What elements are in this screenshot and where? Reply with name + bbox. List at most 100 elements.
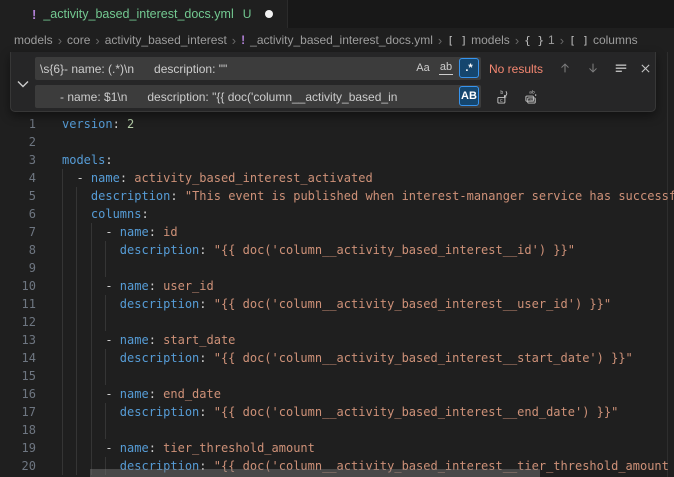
replace-all-button[interactable]: ab ac [521,86,541,106]
line-number: 14 [0,349,36,367]
modified-dot-icon[interactable] [265,10,273,18]
toggle-replace-chevron-icon[interactable] [13,74,33,94]
breadcrumb-label: activity_based_interest [105,33,227,47]
code-text: description: "{{ doc('column__activity_b… [62,295,611,313]
line-number: 17 [0,403,36,421]
code-line-19[interactable]: 19 - name: tier_threshold_amount [0,439,674,457]
line-number: 10 [0,277,36,295]
code-text: - name: activity_based_interest_activate… [62,169,373,187]
find-in-selection-button[interactable] [611,58,631,78]
code-line-17[interactable]: 17 description: "{{ doc('column__activit… [0,403,674,421]
line-number: 16 [0,385,36,403]
indent-guide [105,421,106,439]
code-line-12[interactable]: 12 [0,313,674,331]
breadcrumb-item-models[interactable]: [ ]models [447,33,510,47]
git-untracked-badge: U [243,7,252,21]
breadcrumb-label: 1 [548,33,555,47]
breadcrumb-item-models[interactable]: models [14,33,53,47]
code-line-11[interactable]: 11 description: "{{ doc('column__activit… [0,295,674,313]
code-text: version: 2 [62,115,134,133]
code-text: - name: id [62,223,178,241]
line-number: 18 [0,421,36,439]
line-number: 9 [0,259,36,277]
line-number: 8 [0,241,36,259]
breadcrumb-label: columns [593,33,638,47]
close-find-widget-button[interactable] [635,58,655,78]
indent-guide [76,421,77,439]
breadcrumb-label: models [471,33,510,47]
breadcrumb-item-activity_based_interest[interactable]: activity_based_interest [105,33,227,47]
breadcrumb-item-_activity_based_interest_docs.yml[interactable]: !_activity_based_interest_docs.yml [241,33,433,47]
previous-match-button[interactable] [555,58,575,78]
code-line-10[interactable]: 10 - name: user_id [0,277,674,295]
code-line-1[interactable]: 1 version: 2 [0,115,674,133]
preserve-case-label: AB [461,90,477,102]
tab-bar: ! _activity_based_interest_docs.yml U [0,0,674,28]
code-line-2[interactable]: 2 [0,133,674,151]
line-number: 1 [0,115,36,133]
breadcrumb-label: _activity_based_interest_docs.yml [250,33,433,47]
indent-guide [91,313,92,331]
code-text: - name: tier_threshold_amount [62,439,315,457]
line-number: 11 [0,295,36,313]
breadcrumb-label: models [14,33,53,47]
svg-text:b: b [500,90,503,96]
indent-guide [62,313,63,331]
regex-label: .* [465,62,472,74]
yaml-file-icon: ! [32,7,36,22]
code-text: models: [62,151,113,169]
code-text: description: "{{ doc('column__activity_b… [62,403,618,421]
code-line-4[interactable]: 4 - name: activity_based_interest_activa… [0,169,674,187]
code-text: description: "{{ doc('column__activity_b… [62,241,575,259]
indent-guide [105,259,106,277]
editor-code-area[interactable]: 1version: 223models:4 - name: activity_b… [0,115,674,477]
code-line-8[interactable]: 8 description: "{{ doc('column__activity… [0,241,674,259]
breadcrumb-separator-icon: › [515,33,519,48]
line-number: 5 [0,187,36,205]
line-number: 2 [0,133,36,151]
breadcrumb-item-core[interactable]: core [67,33,90,47]
line-number: 3 [0,151,36,169]
replace-input[interactable] [35,85,481,108]
code-line-7[interactable]: 7 - name: id [0,223,674,241]
code-line-18[interactable]: 18 [0,421,674,439]
svg-text:ab: ab [529,89,535,95]
preserve-case-toggle[interactable]: AB [459,86,479,106]
find-replace-widget: Aa ab .* No results AB b [10,52,656,112]
code-line-9[interactable]: 9 [0,259,674,277]
regex-toggle[interactable]: .* [459,58,479,78]
indent-guide [91,421,92,439]
code-line-16[interactable]: 16 - name: end_date [0,385,674,403]
code-line-13[interactable]: 13 - name: start_date [0,331,674,349]
scrollbar-track-border [667,52,668,477]
code-line-15[interactable]: 15 [0,367,674,385]
horizontal-scrollbar[interactable] [90,469,540,477]
line-number: 4 [0,169,36,187]
symbol-object-icon: { } [524,34,544,47]
code-line-6[interactable]: 6 columns: [0,205,674,223]
breadcrumb-separator-icon: › [58,33,62,48]
line-number: 20 [0,457,36,475]
tab-active-file[interactable]: ! _activity_based_interest_docs.yml U [0,0,288,28]
breadcrumb-separator-icon: › [560,33,564,48]
code-line-3[interactable]: 3 models: [0,151,674,169]
indent-guide [62,259,63,277]
indent-guide [62,367,63,385]
breadcrumb-item-1[interactable]: { } 1 [524,33,555,47]
whole-word-label: ab [439,62,453,75]
code-line-5[interactable]: 5 description: "This event is published … [0,187,674,205]
replace-button[interactable]: b c [493,86,513,106]
match-case-toggle[interactable]: Aa [413,58,433,78]
code-text: - name: end_date [62,385,221,403]
whole-word-toggle[interactable]: ab [436,58,456,78]
line-number: 7 [0,223,36,241]
tab-filename: _activity_based_interest_docs.yml [43,7,233,21]
breadcrumb-item-columns[interactable]: [ ] columns [569,33,638,47]
indent-guide [105,313,106,331]
indent-guide [76,313,77,331]
line-number: 13 [0,331,36,349]
code-line-14[interactable]: 14 description: "{{ doc('column__activit… [0,349,674,367]
next-match-button[interactable] [583,58,603,78]
code-text: - name: user_id [62,277,214,295]
symbol-array-icon: [ ] [569,34,589,47]
